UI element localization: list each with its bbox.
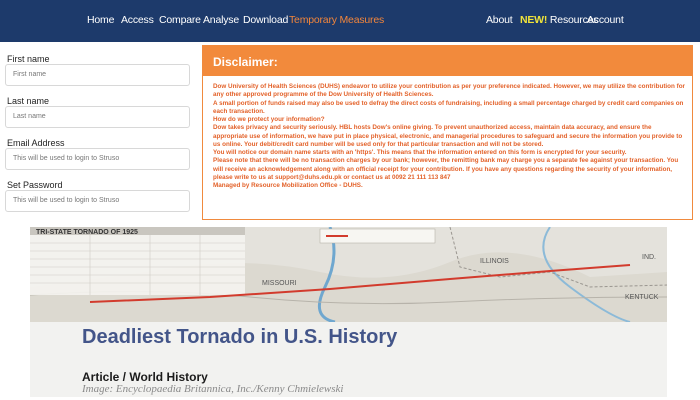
nav-download[interactable]: Download xyxy=(243,14,288,26)
new-badge: NEW! xyxy=(520,14,548,26)
password-label: Set Password xyxy=(7,180,63,190)
article-title[interactable]: Deadliest Tornado in U.S. History xyxy=(82,327,602,347)
map-label-kentucky: KENTUCK xyxy=(625,294,659,301)
map-label-indiana: IND. xyxy=(642,254,656,261)
registration-form: First name First name Last name Last nam… xyxy=(0,46,200,220)
article-caption: Deadliest Tornado in U.S. History Articl… xyxy=(30,322,667,397)
map-table-title: TRI-STATE TORNADO OF 1925 xyxy=(36,229,138,236)
password-field[interactable]: This will be used to login to Struso xyxy=(5,190,190,212)
nav-analyse[interactable]: Analyse xyxy=(203,14,239,26)
last-name-label: Last name xyxy=(7,96,50,106)
article-category: Article / World History xyxy=(82,370,208,384)
email-label: Email Address xyxy=(7,138,65,148)
disclaimer-paragraph: Please note that there will be no transa… xyxy=(213,157,679,181)
map-label-missouri: MISSOURI xyxy=(262,280,297,287)
last-name-field[interactable]: Last name xyxy=(5,106,190,128)
disclaimer-paragraph: Dow University of Health Sciences (DUHS)… xyxy=(213,83,686,99)
nav-about[interactable]: About xyxy=(486,14,513,26)
first-name-field[interactable]: First name xyxy=(5,64,190,86)
disclaimer-body: Dow University of Health Sciences (DUHS)… xyxy=(203,76,692,190)
map-label-illinois: ILLINOIS xyxy=(480,258,509,265)
disclaimer-footer: Managed by Resource Mobilization Office … xyxy=(213,182,363,189)
article-card[interactable]: TRI-STATE TORNADO OF 1925 ILLINOIS IND. … xyxy=(30,227,667,397)
first-name-label: First name xyxy=(7,54,50,64)
top-navigation-bar: Home Access Compare Analyse Download Tem… xyxy=(0,0,700,42)
nav-temporary-measures[interactable]: Temporary Measures xyxy=(289,14,384,26)
nav-home[interactable]: Home xyxy=(87,14,114,26)
nav-account[interactable]: Account xyxy=(587,14,624,26)
disclaimer-panel: Disclaimer: Dow University of Health Sci… xyxy=(202,45,693,220)
disclaimer-paragraph: Dow takes privacy and security seriously… xyxy=(213,124,683,148)
disclaimer-title: Disclaimer: xyxy=(203,46,692,76)
tornado-map-image: TRI-STATE TORNADO OF 1925 ILLINOIS IND. … xyxy=(30,227,667,322)
image-credit: Image: Encyclopaedia Britannica, Inc./Ke… xyxy=(82,383,344,395)
email-field[interactable]: This will be used to login to Struso xyxy=(5,148,190,170)
nav-access[interactable]: Access xyxy=(121,14,154,26)
disclaimer-paragraph: You will notice our domain name starts w… xyxy=(213,149,627,156)
disclaimer-paragraph: A small portion of funds raised may also… xyxy=(213,99,684,115)
disclaimer-heading: How do we protect your information? xyxy=(213,116,325,123)
nav-compare[interactable]: Compare xyxy=(159,14,201,26)
